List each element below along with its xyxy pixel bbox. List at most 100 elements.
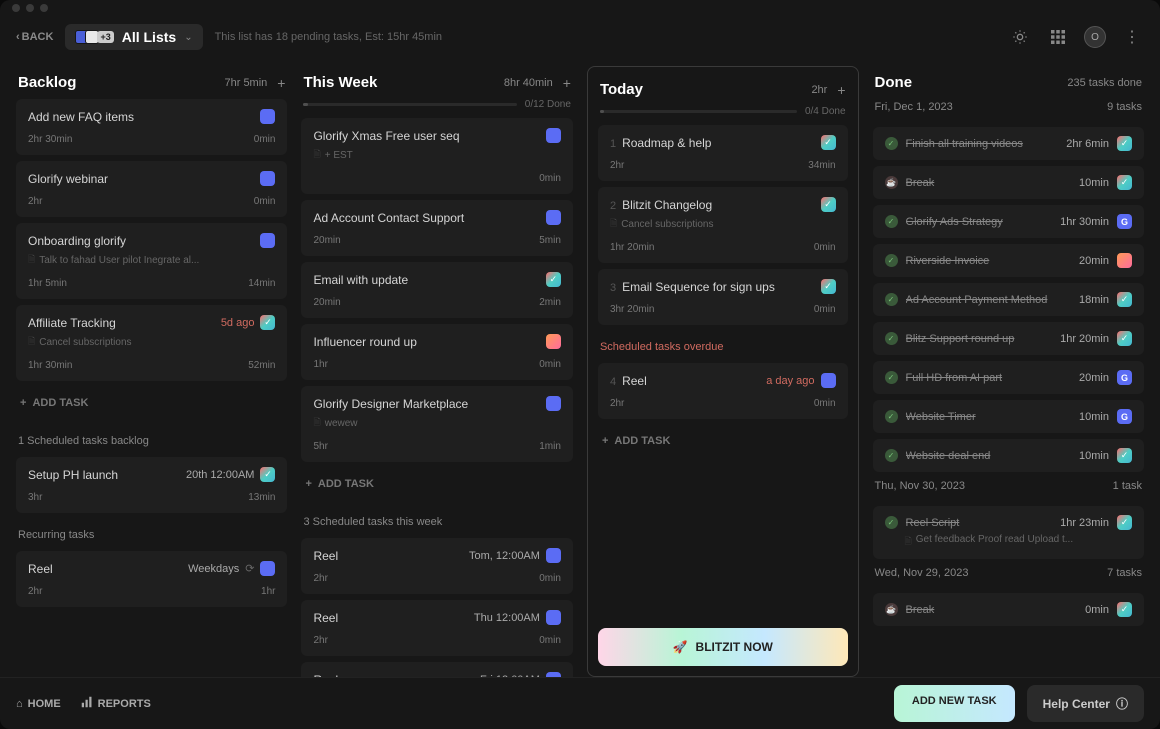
add-icon[interactable]: +	[277, 75, 285, 91]
plus-icon: +	[602, 435, 608, 447]
done-count: 235 tasks done	[1067, 77, 1142, 89]
task-duration: 1hr 5min	[28, 278, 67, 289]
reports-link[interactable]: REPORTS	[81, 696, 151, 711]
task-card[interactable]: Add new FAQ items2hr 30min0min	[16, 99, 287, 155]
task-card[interactable]: Onboarding glorify Talk to fahad User pi…	[16, 223, 287, 299]
done-task[interactable]: Finish all training videos2hr 6min	[873, 127, 1144, 160]
task-badge	[260, 171, 275, 186]
add-task-button[interactable]: + ADD TASK	[16, 387, 287, 419]
column-title: Done	[875, 74, 913, 91]
grid-icon[interactable]	[1046, 25, 1070, 49]
task-badge	[1117, 409, 1132, 424]
add-task-button[interactable]: + ADD TASK	[598, 425, 848, 457]
task-card[interactable]: 1Roadmap & help2hr34min	[598, 125, 848, 181]
task-card[interactable]: 2Blitzit Changelog Cancel subscriptions1…	[598, 187, 848, 263]
task-spent: 52min	[248, 360, 275, 371]
blitz-now-button[interactable]: 🚀 BLITZIT NOW	[598, 628, 848, 666]
done-task[interactable]: Glorify Ads Strategy1hr 30min	[873, 205, 1144, 238]
column-time: 8hr 40min	[504, 77, 553, 89]
list-selector[interactable]: +3 All Lists ⌄	[65, 24, 202, 50]
task-badge	[1117, 448, 1132, 463]
help-center-button[interactable]: Help Center ⓘ	[1027, 685, 1144, 722]
task-badge	[821, 373, 836, 388]
task-spent: 1hr	[261, 586, 275, 597]
task-badge	[260, 561, 275, 576]
task-card[interactable]: ReelWeekdays⟳2hr1hr	[16, 551, 287, 607]
task-card[interactable]: 4Reela day ago2hr0min	[598, 363, 848, 419]
task-name: Reel	[313, 549, 338, 563]
list-icons: +3	[75, 30, 113, 44]
task-card[interactable]: 3Email Sequence for sign ups3hr 20min0mi…	[598, 269, 848, 325]
column-backlog: Backlog 7hr 5min + Add new FAQ items2hr …	[16, 66, 287, 677]
task-card[interactable]: Email with update20min2min	[301, 262, 572, 318]
task-card[interactable]: Glorify Designer Marketplace wewew5hr1mi…	[301, 386, 572, 462]
task-name: Onboarding glorify	[28, 234, 126, 248]
task-name: 3Email Sequence for sign ups	[610, 280, 775, 294]
task-card[interactable]: ReelThu 12:00AM2hr0min	[301, 600, 572, 656]
task-card[interactable]: Glorify webinar2hr0min	[16, 161, 287, 217]
task-badge	[546, 272, 561, 287]
task-scheduled-time: Thu 12:00AM	[474, 612, 540, 624]
add-icon[interactable]: +	[837, 82, 845, 98]
task-card[interactable]: Glorify Xmas Free user seq + EST0min	[301, 118, 572, 194]
done-name: Finish all training videos	[906, 138, 1059, 150]
add-icon[interactable]: +	[563, 75, 571, 91]
scheduled-week-label: 3 Scheduled tasks this week	[301, 506, 572, 532]
done-task[interactable]: Website Timer10min	[873, 400, 1144, 433]
done-task[interactable]: Full HD from AI part20min	[873, 361, 1144, 394]
task-spent: 0min	[814, 242, 836, 253]
done-sub: Get feedback Proof read Upload t...	[885, 534, 1132, 550]
back-button[interactable]: ‹ BACK	[16, 31, 53, 43]
done-name: Website Timer	[906, 411, 1072, 423]
done-time: 1hr 23min	[1060, 517, 1109, 529]
check-icon	[885, 215, 898, 228]
done-time: 10min	[1079, 450, 1109, 462]
bug-icon[interactable]	[1008, 25, 1032, 49]
add-task-button[interactable]: + ADD TASK	[301, 468, 572, 500]
done-date: Fri, Dec 1, 2023	[875, 101, 953, 113]
task-name: Add new FAQ items	[28, 110, 134, 124]
task-name: Email with update	[313, 273, 408, 287]
task-duration: 2hr	[610, 398, 624, 409]
task-badge	[546, 128, 561, 143]
task-card[interactable]: Affiliate Tracking5d ago Cancel subscrip…	[16, 305, 287, 381]
task-name: Glorify Designer Marketplace	[313, 397, 468, 411]
task-name: Reel	[313, 611, 338, 625]
traffic-light-max[interactable]	[40, 4, 48, 12]
task-spent: 5min	[539, 235, 561, 246]
home-link[interactable]: ⌂ HOME	[16, 698, 61, 710]
task-age: a day ago	[766, 375, 814, 387]
task-badge	[1117, 515, 1132, 530]
done-task[interactable]: Riverside Invoice20min	[873, 244, 1144, 277]
done-task[interactable]: ☕Break0min	[873, 593, 1144, 626]
done-date: Thu, Nov 30, 2023	[875, 480, 966, 492]
done-task[interactable]: ☕Break10min	[873, 166, 1144, 199]
task-card[interactable]: Ad Account Contact Support20min5min	[301, 200, 572, 256]
column-title: Backlog	[18, 74, 76, 91]
done-task[interactable]: Ad Account Payment Method18min	[873, 283, 1144, 316]
done-name: Ad Account Payment Method	[906, 294, 1072, 306]
task-scheduled-time: Tom, 12:00AM	[469, 550, 540, 562]
task-sub: Talk to fahad User pilot Inegrate al...	[28, 252, 275, 268]
task-name: Ad Account Contact Support	[313, 211, 464, 225]
task-sub: wewew	[313, 415, 560, 431]
progress-bar	[303, 103, 516, 106]
avatar[interactable]: O	[1084, 26, 1106, 48]
traffic-light-min[interactable]	[26, 4, 34, 12]
task-badge	[1117, 292, 1132, 307]
task-card[interactable]: ReelTom, 12:00AM2hr0min	[301, 538, 572, 594]
done-task[interactable]: Blitz Support round up1hr 20min	[873, 322, 1144, 355]
add-new-task-button[interactable]: ADD NEW TASK	[894, 685, 1015, 722]
task-badge	[546, 210, 561, 225]
more-icon[interactable]: ⋮	[1120, 25, 1144, 49]
column-today: Today 2hr + 0/4 Done 1Roadmap & help2hr3…	[587, 66, 859, 677]
task-card[interactable]: Influencer round up1hr0min	[301, 324, 572, 380]
window-titlebar	[0, 0, 1160, 16]
task-duration: 1hr 20min	[610, 242, 654, 253]
done-task[interactable]: Reel Script1hr 23minGet feedback Proof r…	[873, 506, 1144, 559]
task-card[interactable]: ReelFri 12:00AM2hr0min	[301, 662, 572, 677]
done-task[interactable]: Website deal end10min	[873, 439, 1144, 472]
traffic-light-close[interactable]	[12, 4, 20, 12]
task-card[interactable]: Setup PH launch20th 12:00AM3hr13min	[16, 457, 287, 513]
task-badge	[821, 279, 836, 294]
